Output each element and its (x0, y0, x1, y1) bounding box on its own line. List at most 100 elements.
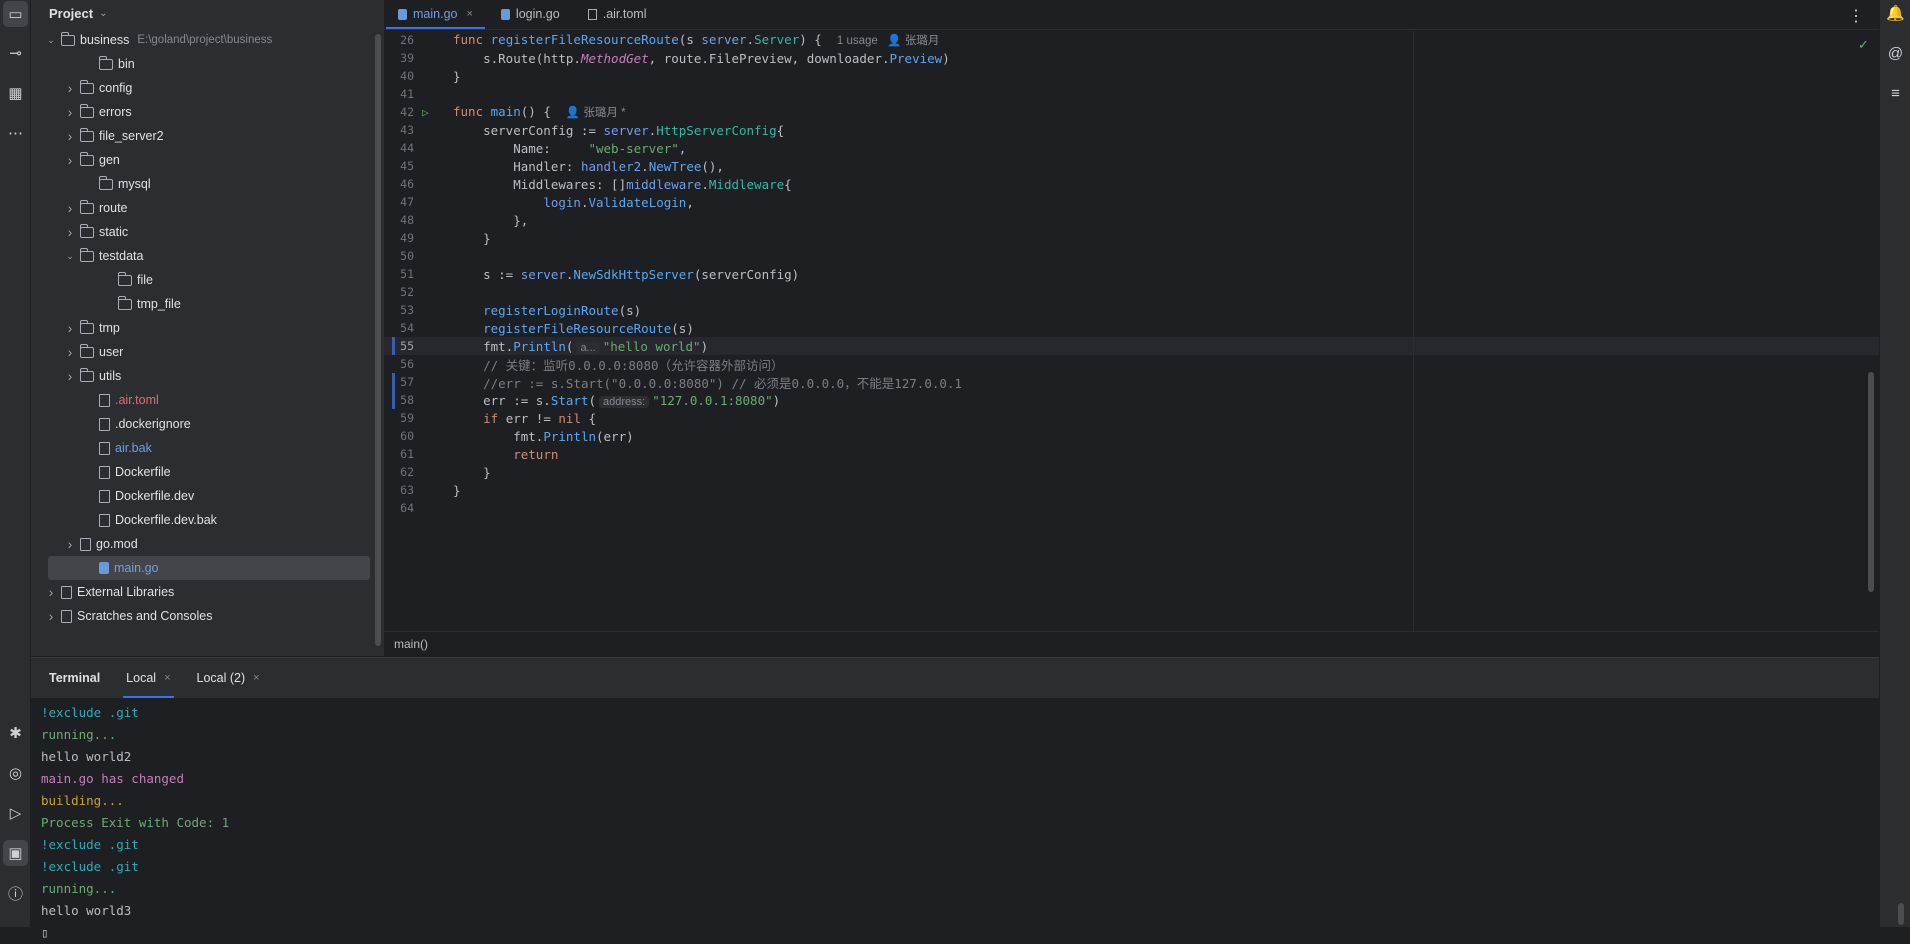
problems-icon[interactable]: ⓘ (0, 880, 31, 906)
terminal-tab[interactable]: Local × (123, 658, 174, 698)
services-icon[interactable]: ◎ (0, 760, 31, 786)
code-editor[interactable]: 26 func registerFileResourceRoute(s serve… (384, 31, 1879, 631)
line-number[interactable]: 63 (384, 483, 414, 497)
line-number[interactable]: 40 (384, 69, 414, 83)
line-number[interactable]: 42 (384, 105, 414, 119)
chevron-right-icon[interactable]: › (64, 368, 76, 384)
tree-item[interactable]: › utils (31, 364, 371, 388)
tree-item[interactable]: bin (31, 52, 371, 76)
line-number[interactable]: 58 (384, 393, 414, 407)
chevron-right-icon[interactable]: › (64, 80, 76, 96)
line-number[interactable]: 60 (384, 429, 414, 443)
chevron-right-icon[interactable]: › (64, 200, 76, 216)
chevron-down-icon[interactable]: ⌄ (64, 251, 76, 262)
project-scrollbar[interactable] (375, 34, 381, 646)
editor-tab[interactable]: login.go (487, 0, 574, 29)
tree-item[interactable]: Dockerfile (31, 460, 371, 484)
ai-icon[interactable]: @ (1880, 40, 1910, 66)
chevron-right-icon[interactable]: › (64, 128, 76, 144)
tree-item[interactable]: ⌄ testdata (31, 244, 371, 268)
tree-item[interactable]: air.bak (31, 436, 371, 460)
tree-item[interactable]: tmp_file (31, 292, 371, 316)
editor-scrollbar[interactable] (1868, 372, 1874, 592)
line-number[interactable]: 61 (384, 447, 414, 461)
breadcrumb[interactable]: main() (384, 631, 1879, 655)
tree-item[interactable]: › tmp (31, 316, 371, 340)
chevron-down-icon[interactable]: ⌄ (99, 8, 107, 19)
line-number[interactable]: 47 (384, 195, 414, 209)
tree-item[interactable]: › External Libraries (31, 580, 371, 604)
change-marker[interactable] (392, 373, 395, 391)
line-number[interactable]: 51 (384, 267, 414, 281)
tree-item[interactable]: main.go (48, 556, 370, 580)
tree-item[interactable]: › gen (31, 148, 371, 172)
project-header[interactable]: Project ⌄ (31, 0, 384, 27)
close-icon[interactable]: × (253, 672, 259, 684)
line-number[interactable]: 44 (384, 141, 414, 155)
line-number[interactable]: 41 (384, 87, 414, 101)
tree-item[interactable]: › route (31, 196, 371, 220)
commit-icon[interactable]: ⊸ (0, 40, 31, 66)
tree-item[interactable]: › user (31, 340, 371, 364)
line-number[interactable]: 49 (384, 231, 414, 245)
line-number[interactable]: 57 (384, 375, 414, 389)
tree-item[interactable]: › go.mod (31, 532, 371, 556)
tree-item[interactable]: .dockerignore (31, 412, 371, 436)
line-number[interactable]: 53 (384, 303, 414, 317)
chevron-down-icon[interactable]: ⌄ (45, 35, 57, 46)
terminal-scrollbar[interactable] (1898, 903, 1904, 925)
notifications-icon[interactable]: 🔔 (1880, 0, 1910, 26)
line-number[interactable]: 26 (384, 33, 414, 47)
editor-tab[interactable]: .air.toml (574, 0, 661, 29)
chevron-right-icon[interactable]: › (64, 104, 76, 120)
tree-item[interactable]: › errors (31, 100, 371, 124)
line-number[interactable]: 48 (384, 213, 414, 227)
close-icon[interactable]: × (164, 672, 170, 684)
line-number[interactable]: 43 (384, 123, 414, 137)
tree-item[interactable]: file (31, 268, 371, 292)
terminal-output[interactable]: !exclude .git running... hello world2 main.… (31, 698, 1879, 944)
chevron-right-icon[interactable]: › (45, 584, 57, 600)
chevron-right-icon[interactable]: › (64, 536, 76, 552)
line-number[interactable]: 55 (384, 339, 414, 353)
line-number[interactable]: 54 (384, 321, 414, 335)
line-number[interactable]: 56 (384, 357, 414, 371)
chevron-right-icon[interactable]: › (64, 344, 76, 360)
debug-icon[interactable]: ✱ (0, 720, 31, 746)
line-number[interactable]: 46 (384, 177, 414, 191)
change-marker[interactable] (392, 391, 395, 409)
run-gutter-icon[interactable]: ▷ (422, 106, 429, 119)
terminal-icon[interactable]: ▣ (3, 840, 28, 866)
tab-more-icon[interactable]: ⋮ (1848, 6, 1864, 26)
line-number[interactable]: 45 (384, 159, 414, 173)
line-number[interactable]: 62 (384, 465, 414, 479)
chevron-right-icon[interactable]: › (64, 152, 76, 168)
line-number[interactable]: 59 (384, 411, 414, 425)
close-icon[interactable]: × (466, 8, 472, 20)
chevron-right-icon[interactable]: › (45, 608, 57, 624)
line-number[interactable]: 64 (384, 501, 414, 515)
tree-item[interactable]: Dockerfile.dev (31, 484, 371, 508)
terminal-tab[interactable]: Local (2) × (197, 658, 260, 698)
line-number[interactable]: 39 (384, 51, 414, 65)
more-icon[interactable]: ⋯ (0, 120, 31, 146)
tree-item[interactable]: › static (31, 220, 371, 244)
editor-tab[interactable]: main.go × (384, 0, 487, 29)
folder-icon[interactable]: ▭ (3, 1, 28, 27)
tree-item[interactable]: › config (31, 76, 371, 100)
tree-item[interactable]: mysql (31, 172, 371, 196)
run-icon[interactable]: ▷ (0, 800, 31, 826)
tree-item[interactable]: › file_server2 (31, 124, 371, 148)
database-icon[interactable]: ≡ (1880, 80, 1910, 106)
tree-item[interactable]: ⌄ business E:\goland\project\business (31, 28, 371, 52)
line-number[interactable]: 52 (384, 285, 414, 299)
tree-item[interactable]: .air.toml (31, 388, 371, 412)
breadcrumb-item[interactable]: main() (394, 637, 428, 651)
change-marker[interactable] (392, 337, 395, 355)
tree-item[interactable]: Dockerfile.dev.bak (31, 508, 371, 532)
line-number[interactable]: 50 (384, 249, 414, 263)
chevron-right-icon[interactable]: › (64, 224, 76, 240)
structure-icon[interactable]: ▦ (0, 80, 31, 106)
chevron-right-icon[interactable]: › (64, 320, 76, 336)
tree-item[interactable]: › Scratches and Consoles (31, 604, 371, 628)
